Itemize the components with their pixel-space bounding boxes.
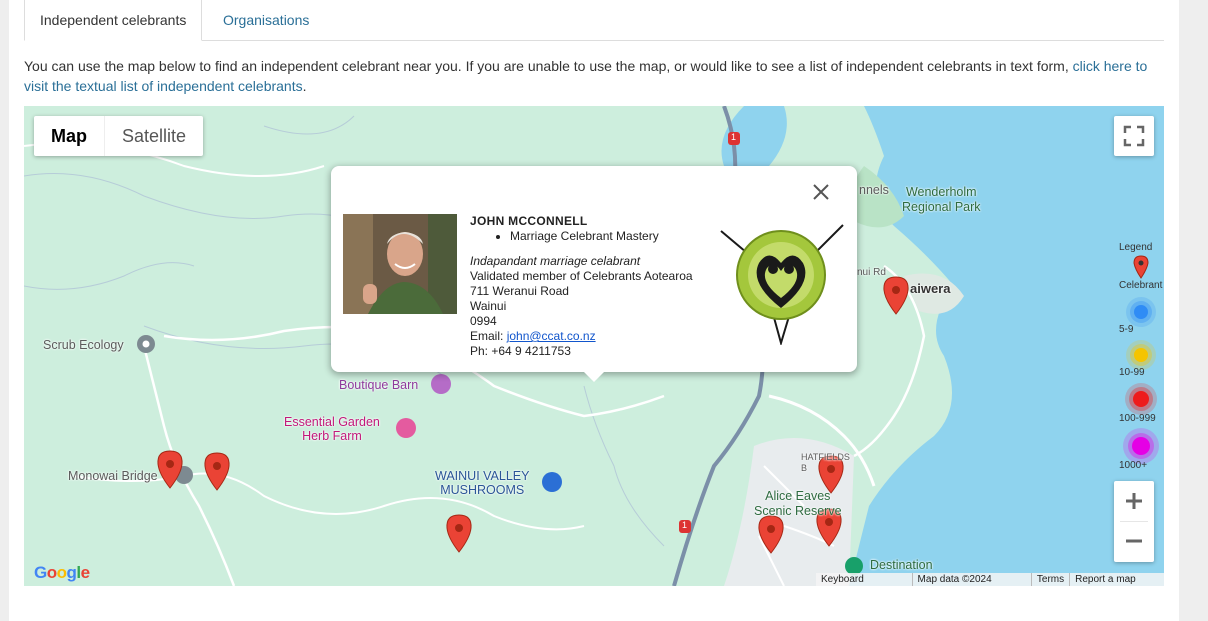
celebrant-type: Indapandant marriage celabrant <box>470 254 641 268</box>
report-error-link[interactable]: Report a map error <box>1069 573 1164 586</box>
fullscreen-icon <box>1123 125 1145 147</box>
intro-end: . <box>302 78 307 94</box>
label-hatfields: HATFIELDS B <box>801 452 850 473</box>
legend-celebrant: Celebrant <box>1119 280 1163 291</box>
address-postcode: 0994 <box>470 314 497 328</box>
map-data-text: Map data ©2024 Google <box>911 573 1031 586</box>
intro-text: You can use the map below to find an ind… <box>24 58 1073 74</box>
map-type-control: Map Satellite <box>34 116 204 156</box>
info-window: JOHN MCCONNELL Marriage Celebrant Master… <box>331 166 857 372</box>
tab-organisations[interactable]: Organisations <box>208 0 324 41</box>
address-line-2: Wainui <box>470 299 507 313</box>
celebrant-name: JOHN MCCONNELL <box>470 214 588 228</box>
label-highway-1-north: 1 <box>731 132 737 142</box>
boutique-barn-icon <box>431 374 451 394</box>
info-window-tail <box>583 371 605 382</box>
terms-link[interactable]: Terms <box>1030 573 1069 586</box>
page: Independent celebrants Organisations You… <box>9 0 1179 621</box>
celebrant-photo <box>343 214 457 314</box>
map-attribution: Keyboard shortcuts Map data ©2024 Google… <box>816 573 1164 586</box>
label-highway-1-south: 1 <box>682 520 688 530</box>
qualification-item: Marriage Celebrant Mastery <box>510 229 693 244</box>
google-logo: Google <box>34 563 90 582</box>
keyboard-shortcuts-link[interactable]: Keyboard shortcuts <box>816 573 912 586</box>
minus-icon <box>1126 539 1142 543</box>
label-scrub-ecology: Scrub Ecology <box>43 338 124 352</box>
plus-icon <box>1126 493 1142 509</box>
legend-level-3: 100-999 <box>1119 413 1156 424</box>
qualification-list: Marriage Celebrant Mastery <box>510 229 693 244</box>
address-line-1: 711 Weranui Road <box>470 284 569 298</box>
celebrant-map[interactable]: Scrub Ecology Boutique Barn Essential Ga… <box>24 106 1164 586</box>
email-link[interactable]: john@ccat.co.nz <box>507 329 596 343</box>
label-destination: Destination <box>870 558 933 572</box>
label-nnels: nnels <box>859 183 889 197</box>
fullscreen-button[interactable] <box>1114 116 1154 156</box>
membership-text: Validated member of Celebrants Aotearoa <box>470 269 693 283</box>
celebrant-details: JOHN MCCONNELL Marriage Celebrant Master… <box>470 214 693 359</box>
label-boutique-barn: Boutique Barn <box>339 378 419 392</box>
label-waiwera: aiwera <box>910 281 951 296</box>
close-icon <box>813 184 829 200</box>
zoom-out-button[interactable] <box>1114 521 1154 561</box>
validated-member-badge <box>719 223 845 347</box>
label-monowai-bridge: Monowai Bridge <box>68 469 158 483</box>
label-alice-eaves: Alice Eaves Scenic Reserve <box>754 489 842 518</box>
legend-level-2: 10-99 <box>1119 367 1145 378</box>
label-wenderholm: Wenderholm Regional Park <box>902 185 981 214</box>
legend-title: Legend <box>1119 242 1153 253</box>
label-wainui-mushrooms: WAINUI VALLEY MUSHROOMS <box>435 469 530 497</box>
intro-paragraph: You can use the map below to find an ind… <box>24 56 1164 96</box>
legend-level-4: 1000+ <box>1119 460 1148 471</box>
mushrooms-shop-icon <box>542 472 562 492</box>
tab-bar: Independent celebrants Organisations <box>24 0 1164 41</box>
close-button[interactable] <box>809 180 833 204</box>
label-nui-rd: nui Rd <box>857 267 886 278</box>
zoom-in-button[interactable] <box>1114 481 1154 521</box>
zoom-control <box>1114 481 1154 562</box>
herb-farm-icon <box>396 418 416 438</box>
email-label: Email: <box>470 329 507 343</box>
map-type-satellite-button[interactable]: Satellite <box>105 116 203 156</box>
tab-independent-celebrants[interactable]: Independent celebrants <box>24 0 203 41</box>
label-herb-farm: Essential Garden Herb Farm <box>284 415 380 443</box>
celebrants-aotearoa-logo-icon <box>720 224 844 347</box>
legend-level-1: 5-9 <box>1119 324 1134 335</box>
phone-text: Ph: +64 9 4211753 <box>470 344 571 358</box>
map-type-map-button[interactable]: Map <box>34 116 105 156</box>
